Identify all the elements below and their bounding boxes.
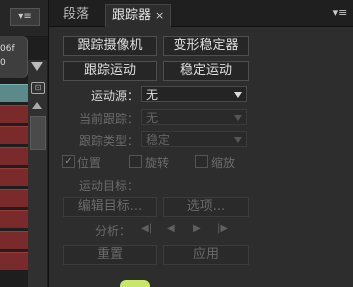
tab-paragraph[interactable]: 段落 bbox=[57, 4, 95, 26]
motion-target-label: 运动目标： bbox=[78, 179, 139, 193]
analyze-forward-all-icon[interactable]: |▶ bbox=[217, 223, 228, 234]
panel-menu-icon[interactable]: ▾≡ bbox=[330, 6, 350, 20]
scale-label: 缩放 bbox=[211, 156, 236, 170]
current-track-select[interactable]: 无 bbox=[141, 109, 247, 125]
analyze-back-all-icon[interactable]: ◀| bbox=[141, 223, 152, 234]
edit-target-button[interactable]: 编辑目标... bbox=[63, 197, 157, 217]
scroll-up-icon[interactable] bbox=[32, 102, 42, 109]
rotation-label: 旋转 bbox=[145, 156, 170, 170]
options-button[interactable]: 选项... bbox=[163, 197, 249, 217]
chevron-down-icon bbox=[234, 137, 242, 143]
position-label: 位置 bbox=[77, 156, 102, 170]
motion-source-value: 无 bbox=[146, 88, 159, 102]
stabilize-motion-button[interactable]: 稳定运动 bbox=[163, 61, 249, 81]
position-checkbox[interactable]: ✓ bbox=[62, 155, 75, 168]
scale-checkbox[interactable] bbox=[195, 155, 208, 168]
track-type-label: 跟踪类型： bbox=[78, 134, 139, 148]
tab-tracker[interactable]: 跟踪器 × bbox=[105, 4, 172, 27]
track-camera-button[interactable]: 跟踪摄像机 bbox=[63, 36, 157, 56]
analyze-label: 分析： bbox=[94, 224, 131, 238]
layer-row[interactable] bbox=[0, 252, 28, 270]
motion-source-select[interactable]: 无 bbox=[141, 86, 247, 102]
tracker-panel: 段落 跟踪器 × ▾≡ 跟踪摄像机 变形稳定器 跟踪运动 稳定运动 运动源： 无 … bbox=[48, 0, 353, 287]
scroll-thumb[interactable] bbox=[30, 116, 46, 150]
apply-button[interactable]: 应用 bbox=[163, 245, 249, 265]
reset-button[interactable]: 重置 bbox=[63, 245, 157, 265]
rotation-checkbox[interactable] bbox=[129, 155, 142, 168]
layer-row[interactable] bbox=[0, 231, 28, 249]
close-icon[interactable]: × bbox=[155, 9, 164, 22]
tab-label: 跟踪器 bbox=[112, 8, 152, 23]
track-motion-button[interactable]: 跟踪运动 bbox=[63, 61, 157, 81]
layer-row[interactable] bbox=[0, 126, 28, 144]
timecode-text-2: 0 bbox=[0, 58, 6, 68]
current-track-value: 无 bbox=[146, 111, 159, 125]
layer-row[interactable] bbox=[0, 84, 28, 102]
highlight-shape bbox=[120, 280, 150, 287]
layer-row[interactable] bbox=[0, 210, 28, 228]
panel-tab-bar: 段落 跟踪器 × ▾≡ bbox=[49, 0, 353, 27]
layer-row[interactable] bbox=[0, 189, 28, 207]
layer-row[interactable] bbox=[0, 147, 28, 165]
analyze-back-frame-icon[interactable]: ◀ bbox=[167, 223, 175, 234]
track-type-value: 稳定 bbox=[146, 133, 171, 147]
track-type-select[interactable]: 稳定 bbox=[141, 131, 247, 147]
analyze-forward-frame-icon[interactable]: ▶ bbox=[193, 223, 201, 234]
current-track-label: 当前跟踪： bbox=[78, 112, 139, 126]
chevron-down-icon bbox=[234, 115, 242, 121]
tab-label: 段落 bbox=[63, 7, 90, 22]
chevron-down-icon bbox=[234, 92, 242, 98]
time-marker-icon[interactable] bbox=[31, 62, 43, 71]
lock-icon[interactable]: ⊡ bbox=[31, 82, 45, 94]
layer-row[interactable] bbox=[0, 168, 28, 186]
warp-stabilizer-button[interactable]: 变形稳定器 bbox=[163, 36, 249, 56]
timecode-text: 06f bbox=[0, 44, 15, 54]
left-panel-menu-icon[interactable]: ▾≡ bbox=[10, 8, 40, 26]
timeline-strip: ▾≡ 06f 0 ⊡ bbox=[0, 0, 48, 287]
layer-list bbox=[0, 84, 28, 273]
left-panel-header: ▾≡ bbox=[0, 0, 48, 37]
motion-source-label: 运动源： bbox=[90, 89, 139, 103]
timecode-display[interactable]: 06f 0 bbox=[0, 36, 28, 78]
left-scrollbar[interactable]: ⊡ bbox=[28, 60, 47, 287]
layer-row[interactable] bbox=[0, 105, 28, 123]
